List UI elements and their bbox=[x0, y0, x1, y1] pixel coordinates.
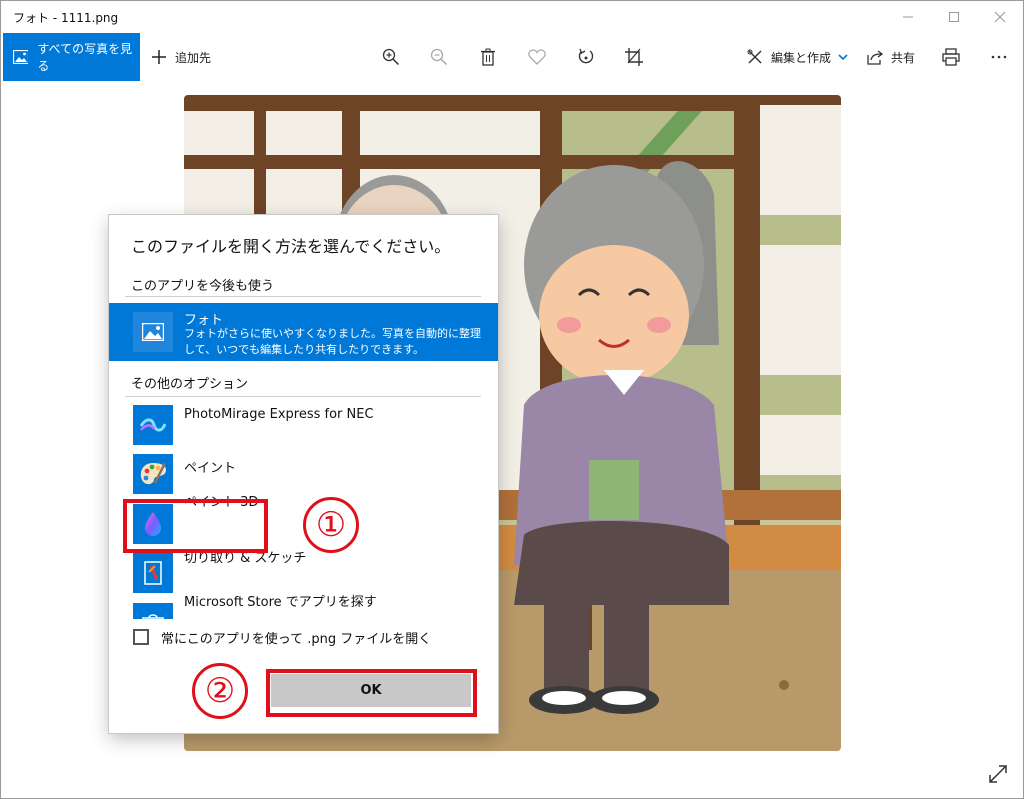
photos-app-tile bbox=[133, 312, 173, 352]
see-all-photos-button[interactable]: すべての写真を見る bbox=[3, 33, 140, 81]
highlight-box-ok bbox=[266, 669, 477, 717]
trash-icon bbox=[481, 48, 495, 66]
photomirage-app-tile bbox=[133, 405, 173, 445]
crop-button[interactable] bbox=[622, 45, 646, 69]
photos-app-icon bbox=[142, 323, 164, 341]
crop-icon bbox=[625, 48, 643, 66]
highlight-box-paint3d bbox=[123, 499, 268, 553]
zoom-out-button[interactable] bbox=[427, 45, 451, 69]
close-button[interactable] bbox=[977, 1, 1023, 33]
divider bbox=[125, 396, 481, 397]
app-option-photos[interactable]: フォト フォトがさらに使いやすくなりました。写真を自動的に整理して、いつでも編集… bbox=[109, 303, 498, 361]
always-use-checkbox[interactable] bbox=[133, 629, 149, 645]
share-icon bbox=[867, 50, 883, 65]
chevron-down-icon bbox=[838, 54, 848, 61]
dialog-title: このファイルを開く方法を選んでください。 bbox=[131, 237, 451, 256]
plus-icon bbox=[152, 50, 166, 64]
printer-icon bbox=[942, 48, 960, 66]
zoom-out-icon bbox=[430, 48, 448, 66]
step-2-marker: ② bbox=[192, 663, 248, 719]
zoom-in-icon bbox=[382, 48, 400, 66]
photomirage-icon bbox=[140, 418, 166, 432]
paint-app-tile bbox=[133, 454, 173, 494]
window-title: フォト - 1111.png bbox=[13, 11, 119, 25]
add-to-label: 追加先 bbox=[175, 50, 212, 65]
fullscreen-button[interactable] bbox=[987, 763, 1009, 785]
app-option-photomirage[interactable]: PhotoMirage Express for NEC bbox=[109, 399, 498, 449]
photo-icon bbox=[13, 50, 29, 64]
rotate-icon bbox=[578, 48, 594, 64]
keep-using-header: このアプリを今後も使う bbox=[131, 279, 275, 294]
app-name: Microsoft Store でアプリを探す bbox=[184, 595, 377, 610]
app-name: ペイント bbox=[184, 461, 237, 476]
title-bar: フォト - 1111.png bbox=[1, 1, 1023, 33]
add-to-button[interactable]: 追加先 bbox=[151, 33, 211, 81]
print-button[interactable] bbox=[939, 45, 963, 69]
edit-create-label: 編集と作成 bbox=[771, 50, 832, 65]
rotate-button[interactable] bbox=[574, 45, 598, 69]
other-options-header: その他のオプション bbox=[131, 377, 249, 392]
minimize-button[interactable] bbox=[885, 1, 931, 33]
snip-sketch-app-tile bbox=[133, 553, 173, 593]
favorite-button[interactable] bbox=[525, 45, 549, 69]
photos-app-description: フォトがさらに使いやすくなりました。写真を自動的に整理して、いつでも編集したり共… bbox=[184, 327, 481, 356]
expand-arrows-icon bbox=[989, 765, 1007, 783]
more-options-button[interactable] bbox=[987, 45, 1011, 69]
maximize-button[interactable] bbox=[931, 1, 977, 33]
toolbar: すべての写真を見る 追加先 編集と作成 共有 bbox=[1, 33, 1023, 81]
divider bbox=[125, 296, 481, 297]
photos-app-window: フォト - 1111.png すべての写真を見る 追加先 編集と作成 共有 この… bbox=[0, 0, 1024, 799]
paint-palette-icon bbox=[140, 462, 167, 485]
store-icon bbox=[142, 614, 164, 619]
snip-sketch-icon bbox=[144, 561, 162, 585]
step-1-marker: ① bbox=[303, 497, 359, 553]
maximize-icon bbox=[949, 12, 959, 22]
heart-icon bbox=[528, 49, 546, 65]
app-name: PhotoMirage Express for NEC bbox=[184, 407, 374, 422]
minimize-icon bbox=[903, 16, 913, 18]
edit-pen-icon bbox=[747, 49, 762, 64]
open-with-dialog: このファイルを開く方法を選んでください。 このアプリを今後も使う フォト フォト… bbox=[109, 215, 498, 733]
delete-button[interactable] bbox=[476, 45, 500, 69]
more-dots-icon bbox=[991, 55, 1007, 59]
app-option-store[interactable]: Microsoft Store でアプリを探す bbox=[109, 595, 498, 619]
see-all-photos-label: すべての写真を見る bbox=[37, 42, 133, 73]
app-option-paint[interactable]: ペイント bbox=[109, 449, 498, 499]
always-use-label: 常にこのアプリを使って .png ファイルを開く bbox=[161, 632, 432, 647]
close-icon bbox=[994, 11, 1006, 23]
edit-create-button[interactable]: 編集と作成 bbox=[747, 33, 848, 81]
zoom-in-button[interactable] bbox=[379, 45, 403, 69]
share-label: 共有 bbox=[891, 50, 916, 65]
store-app-tile bbox=[133, 603, 173, 619]
share-button[interactable]: 共有 bbox=[867, 33, 915, 81]
